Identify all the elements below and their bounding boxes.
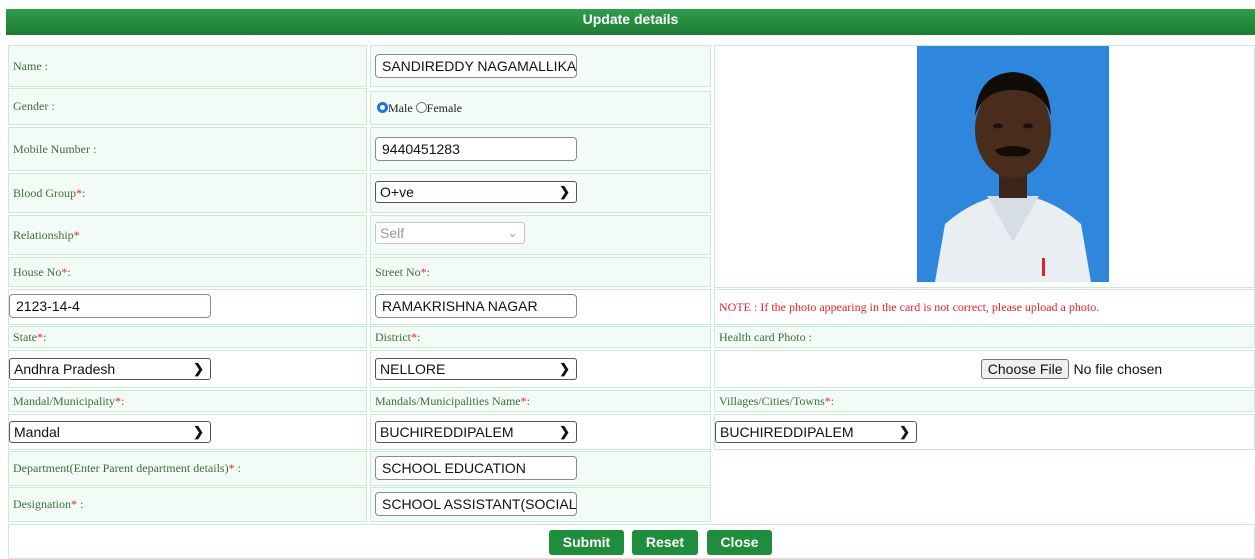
file-status-text: No file chosen [1073, 361, 1163, 377]
mandal-name-value: BUCHIREDDIPALEM [380, 424, 514, 440]
chevron-down-icon: ❯ [193, 424, 204, 439]
blood-group-label: Blood Group*: [13, 185, 86, 200]
health-photo-label-cell: Health card Photo : [714, 326, 1255, 348]
state-label-cell: State*: [8, 326, 367, 348]
villages-select[interactable]: BUCHIREDDIPALEM ❯ [715, 421, 917, 443]
department-label: Department(Enter Parent department detai… [13, 461, 241, 475]
street-no-label-cell: Street No*: [370, 257, 711, 287]
gender-label: Gender : [13, 99, 55, 113]
house-no-label: House No*: [13, 264, 71, 279]
mandal-select[interactable]: Mandal ❯ [9, 421, 211, 443]
chevron-down-icon: ❯ [559, 424, 570, 439]
designation-label-cell: Designation* : [8, 487, 367, 522]
close-button[interactable]: Close [707, 530, 772, 555]
gender-label-cell: Gender : [8, 88, 367, 125]
department-label-cell: Department(Enter Parent department detai… [8, 451, 367, 486]
state-select[interactable]: Andhra Pradesh ❯ [9, 358, 211, 380]
mandal-name-select[interactable]: BUCHIREDDIPALEM ❯ [375, 421, 577, 443]
male-radio-label: Male [388, 100, 413, 115]
house-no-label-cell: House No*: [8, 257, 367, 287]
mobile-label-cell: Mobile Number : [8, 127, 367, 171]
blood-group-label-cell: Blood Group*: [8, 173, 367, 213]
page-title: Update details [582, 11, 679, 27]
house-no-input[interactable]: 2123-14-4 [9, 294, 211, 318]
designation-input[interactable]: SCHOOL ASSISTANT(SOCIAL S [375, 492, 577, 516]
villages-label-cell: Villages/Cities/Towns*: [714, 390, 1255, 412]
designation-label: Designation* : [13, 497, 84, 511]
mandal-name-label: Mandals/Municipalities Name*: [375, 393, 530, 408]
female-radio-label: Female [426, 100, 462, 115]
female-radio[interactable] [415, 101, 427, 113]
relationship-label-cell: Relationship* [8, 215, 367, 255]
reset-button[interactable]: Reset [632, 530, 698, 555]
chevron-down-icon: ❯ [559, 361, 570, 376]
health-card-photo-label: Health card Photo : [719, 329, 812, 344]
district-value: NELLORE [380, 361, 446, 377]
name-label: Name : [13, 58, 48, 73]
chevron-down-icon: ⌄ [507, 225, 518, 240]
mandal-value: Mandal [14, 424, 60, 440]
name-input[interactable]: SANDIREDDY NAGAMALLIKARJ [375, 54, 577, 78]
submit-button[interactable]: Submit [549, 530, 624, 555]
choose-file-button[interactable]: Choose File [980, 359, 1070, 379]
district-label: District*: [375, 329, 421, 344]
gender-radio-cell: Male Female [370, 91, 711, 125]
state-value: Andhra Pradesh [14, 361, 116, 377]
mandal-name-label-cell: Mandals/Municipalities Name*: [370, 390, 711, 412]
villages-label: Villages/Cities/Towns*: [719, 393, 835, 408]
blood-group-value: O+ve [380, 184, 414, 200]
photo-note-cell: NOTE : If the photo appearing in the car… [714, 289, 1255, 325]
mandal-label: Mandal/Municipality*: [13, 393, 125, 408]
photo-note: NOTE : If the photo appearing in the car… [719, 299, 1100, 314]
department-input[interactable]: SCHOOL EDUCATION [375, 456, 577, 480]
relationship-value: Self [380, 225, 405, 241]
blood-group-select[interactable]: O+ve ❯ [375, 181, 577, 203]
mobile-label: Mobile Number : [13, 141, 97, 156]
male-radio[interactable] [377, 101, 388, 113]
district-label-cell: District*: [370, 326, 711, 348]
street-no-input[interactable]: RAMAKRISHNA NAGAR [375, 294, 577, 318]
villages-value: BUCHIREDDIPALEM [720, 424, 854, 440]
chevron-down-icon: ❯ [559, 184, 570, 199]
profile-photo [917, 46, 1109, 282]
gender-radio-group: Male Female [377, 101, 462, 116]
name-label-cell: Name : [8, 45, 367, 87]
district-select[interactable]: NELLORE ❯ [375, 358, 577, 380]
state-label: State*: [13, 329, 47, 344]
file-input-cell: Choose File No file chosen [714, 350, 1255, 388]
street-no-label: Street No*: [375, 264, 430, 279]
relationship-select[interactable]: Self ⌄ [375, 222, 525, 244]
update-details-header: Update details [6, 9, 1255, 35]
mandal-label-cell: Mandal/Municipality*: [8, 390, 367, 412]
mobile-number-input[interactable]: 9440451283 [375, 137, 577, 161]
relationship-label: Relationship* [13, 227, 80, 242]
health-card-file-input[interactable]: Choose File No file chosen [980, 359, 1163, 379]
chevron-down-icon: ❯ [899, 424, 910, 439]
chevron-down-icon: ❯ [193, 361, 204, 376]
profile-photo-illustration [917, 46, 1109, 282]
